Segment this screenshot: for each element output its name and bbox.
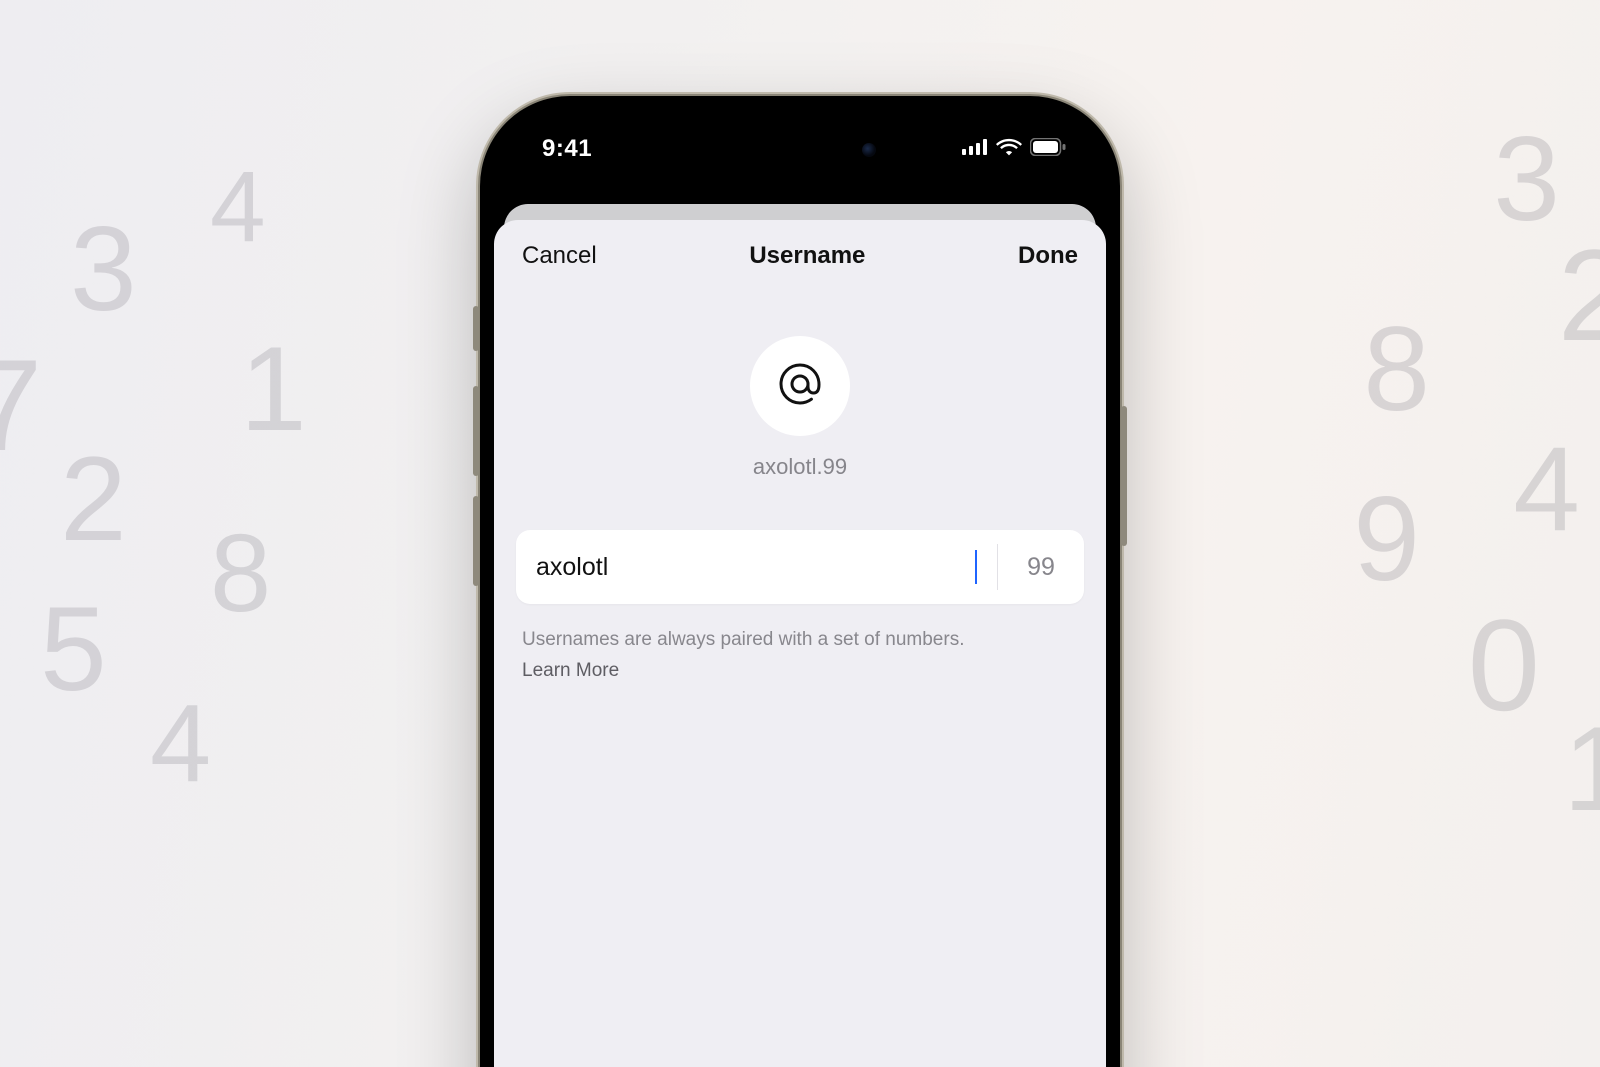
bg-number: 4 xyxy=(1513,420,1580,558)
phone-volume-down-button xyxy=(473,496,479,586)
phone-power-button xyxy=(1121,406,1127,546)
bg-number: 4 xyxy=(150,680,211,807)
bg-number: 8 xyxy=(210,510,271,637)
text-caret xyxy=(975,550,977,584)
phone-volume-up-button xyxy=(473,386,479,476)
phone-screen: 9:41 Cancel Username Done xyxy=(494,110,1106,1067)
battery-icon xyxy=(1030,138,1066,161)
bg-number: 4 xyxy=(210,150,266,265)
cellular-signal-icon xyxy=(962,139,988,160)
at-icon xyxy=(776,360,824,413)
at-avatar xyxy=(750,336,850,436)
bg-number: 1 xyxy=(240,320,307,458)
sheet-navbar: Cancel Username Done xyxy=(516,220,1084,280)
bg-number: 9 xyxy=(1353,470,1420,608)
learn-more-link[interactable]: Learn More xyxy=(522,657,1078,686)
dynamic-island xyxy=(710,128,890,172)
username-number-suffix: 99 xyxy=(998,530,1084,604)
front-camera xyxy=(862,143,876,157)
phone-frame: 9:41 Cancel Username Done xyxy=(480,96,1120,1067)
bg-number: 2 xyxy=(1558,220,1600,370)
phone-side-button xyxy=(473,306,479,351)
bg-number: 3 xyxy=(1493,110,1560,248)
helper-text: Usernames are always paired with a set o… xyxy=(522,629,964,650)
username-input[interactable] xyxy=(536,553,974,582)
bg-number: 7 xyxy=(0,330,42,480)
bg-number: 8 xyxy=(1363,300,1430,438)
wifi-icon xyxy=(996,138,1022,161)
bg-number: 0 xyxy=(1468,590,1540,740)
username-preview: axolotl.99 xyxy=(516,454,1084,480)
username-sheet: Cancel Username Done axolotl.99 xyxy=(494,220,1106,1067)
bg-number: 1 xyxy=(1563,700,1600,838)
done-button[interactable]: Done xyxy=(1018,242,1078,270)
helper-text-block: Usernames are always paired with a set o… xyxy=(516,626,1084,685)
status-time: 9:41 xyxy=(542,135,592,163)
sheet-title: Username xyxy=(749,242,865,270)
username-field[interactable]: 99 xyxy=(516,530,1084,604)
bg-number: 5 xyxy=(40,580,107,718)
bg-number: 3 xyxy=(70,200,137,338)
cancel-button[interactable]: Cancel xyxy=(522,242,597,270)
bg-number: 2 xyxy=(60,430,127,568)
